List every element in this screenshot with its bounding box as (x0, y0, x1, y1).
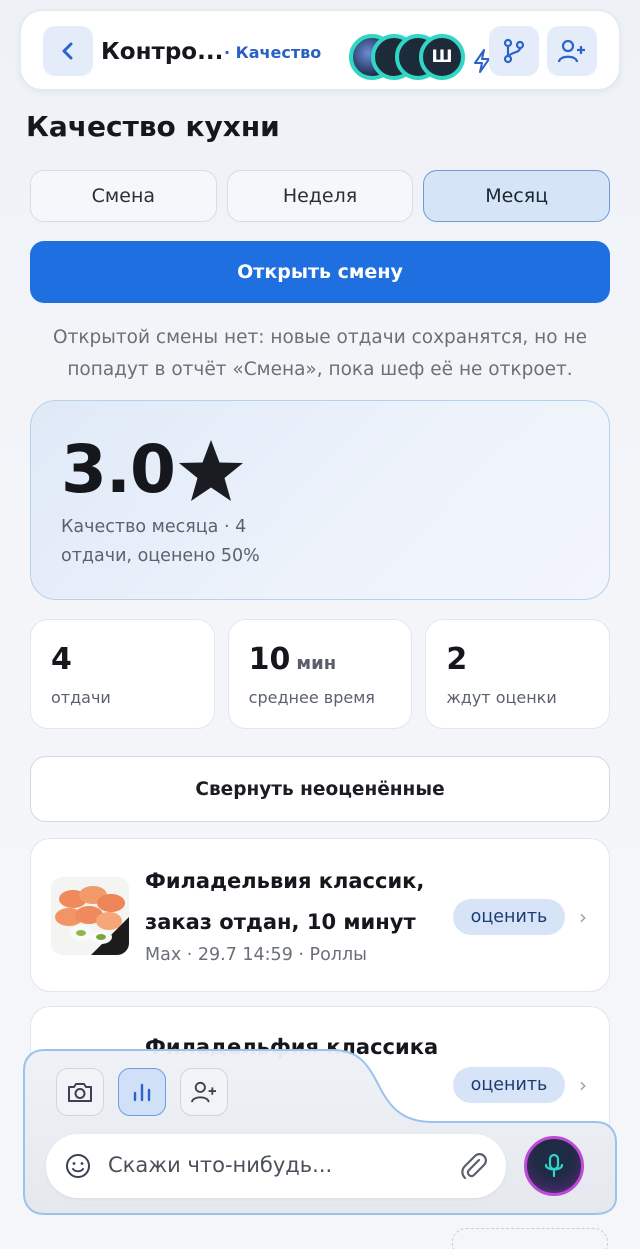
rating-card: 3.0 Качество месяца · 4 отдачи, оценено … (30, 400, 610, 600)
stat-card: 4 отдачи (30, 619, 215, 729)
stat-number: 2 (446, 642, 467, 677)
camera-button[interactable] (56, 1068, 104, 1116)
paperclip-icon[interactable] (458, 1151, 488, 1181)
stat-number: 10 мин (249, 642, 337, 677)
tab-month[interactable]: Месяц (423, 170, 611, 222)
chat-subtitle: · Качество (224, 43, 322, 62)
list-item[interactable]: Филадельвия классик, заказ отдан, 10 мин… (30, 838, 610, 992)
rate-button[interactable]: оценить (453, 899, 565, 935)
voice-button[interactable] (524, 1136, 584, 1196)
bar-chart-icon (133, 1083, 151, 1102)
avatar: Ш (419, 34, 465, 80)
period-tabs: Смена Неделя Месяц (30, 170, 611, 222)
stat-value: 2 (446, 642, 468, 677)
chevron-left-icon (62, 42, 73, 60)
stats-row: 4 отдачи 10 мин среднее время 2 ждут оцен… (30, 619, 611, 729)
add-user-icon (557, 39, 585, 63)
rating-caption: Качество месяца · 4 отдачи, оценено 50% (61, 517, 260, 566)
stat-value: 10 (248, 642, 291, 677)
chevron-right-icon: › (579, 905, 587, 929)
message-composer: Скажи что-нибудь... (22, 1048, 618, 1216)
chat-title[interactable]: Контро... (101, 39, 223, 65)
chart-button[interactable] (118, 1068, 166, 1116)
branch-button[interactable] (489, 26, 539, 76)
invite-button[interactable] (180, 1068, 228, 1116)
item-meta: Max · 29.7 14:59 · Роллы (145, 945, 367, 965)
stat-card: 2 ждут оценки (425, 619, 611, 729)
top-bar: Контро... · Качество Ш (20, 10, 620, 90)
message-placeholder: Скажи что-нибудь... (108, 1153, 333, 1177)
stat-label: ждут оценки (446, 688, 557, 707)
star-icon (179, 440, 243, 501)
stat-card: 10 мин среднее время (227, 619, 413, 729)
rating-value: 3.0 (61, 431, 176, 508)
page-title: Качество кухни (26, 110, 280, 143)
stat-unit: мин (296, 653, 337, 674)
stat-value: 4 (51, 642, 72, 677)
tab-shift[interactable]: Смена (30, 170, 217, 222)
message-input[interactable]: Скажи что-нибудь... (46, 1134, 506, 1198)
participant-avatars[interactable]: Ш (349, 34, 469, 82)
add-user-icon (191, 1081, 216, 1103)
open-shift-button[interactable]: Открыть смену (30, 241, 610, 303)
add-user-button[interactable] (547, 26, 597, 76)
camera-icon (68, 1083, 92, 1102)
stat-label: среднее время (248, 688, 375, 707)
microphone-icon (544, 1153, 564, 1178)
stat-label: отдачи (51, 688, 111, 707)
tab-week[interactable]: Неделя (226, 170, 414, 222)
branch-icon (503, 38, 525, 64)
stat-number: 4 (51, 642, 72, 677)
dish-photo (51, 877, 129, 955)
no-shift-notice: Открытой смены нет: новые отдачи сохраня… (53, 327, 587, 380)
item-title: Филадельвия классик, заказ отдан, 10 мин… (145, 869, 425, 934)
collapse-unrated-button[interactable]: Свернуть неоценённые (30, 756, 610, 822)
list-item-partial (452, 1228, 608, 1249)
back-button[interactable] (43, 26, 93, 76)
smile-icon[interactable] (64, 1152, 92, 1180)
